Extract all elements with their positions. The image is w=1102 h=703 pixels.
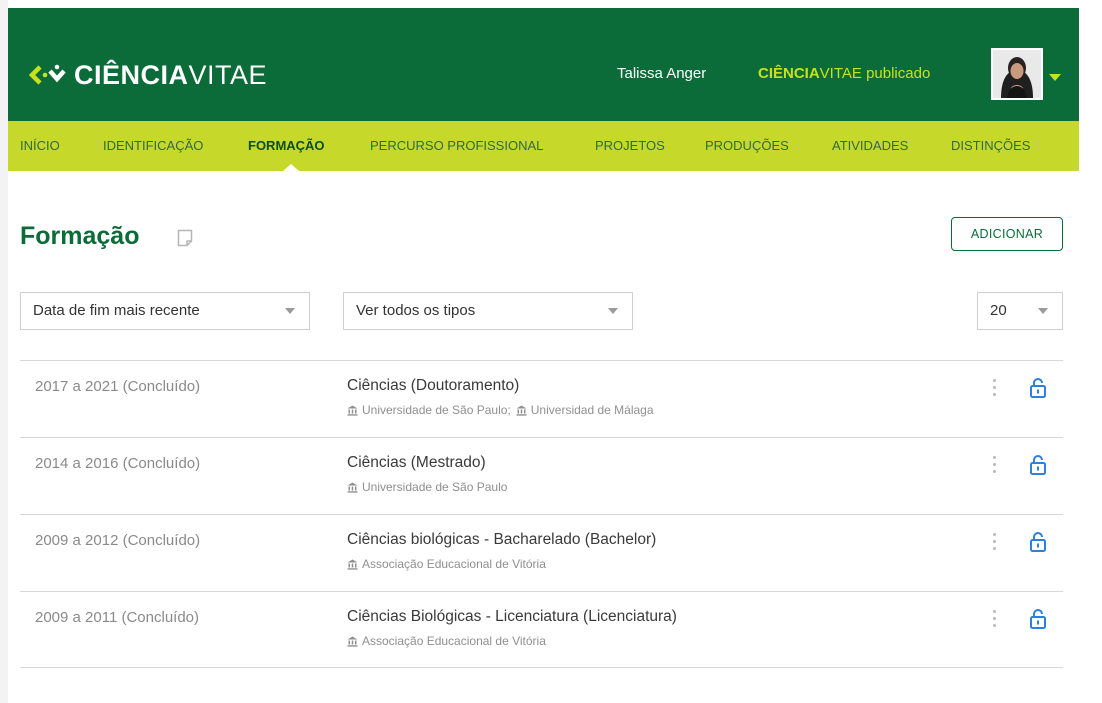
- logo-wordmark: CIÊNCIAVITAE: [74, 60, 268, 90]
- sort-select-value: Data de fim mais recente: [33, 302, 200, 319]
- row-more-icon[interactable]: [989, 456, 999, 480]
- cienciavitae-logo[interactable]: CIÊNCIAVITAE: [28, 58, 267, 92]
- list-item[interactable]: 2009 a 2012 (Concluído) Ciências biológi…: [20, 514, 1063, 591]
- row-institutions: Associação Educacional de Vitória: [347, 634, 546, 648]
- list-item[interactable]: 2017 a 2021 (Concluído) Ciências (Doutor…: [20, 360, 1063, 437]
- formacao-list: 2017 a 2021 (Concluído) Ciências (Doutor…: [20, 360, 1063, 668]
- row-institutions: Associação Educacional de Vitória: [347, 557, 546, 571]
- institution-icon: [347, 405, 358, 416]
- tab-identificacao[interactable]: IDENTIFICAÇÃO: [103, 121, 203, 171]
- type-filter-value: Ver todos os tipos: [356, 302, 476, 319]
- per-page-value: 20: [990, 302, 1007, 319]
- row-more-icon[interactable]: [989, 610, 999, 634]
- tab-inicio[interactable]: INÍCIO: [20, 121, 60, 171]
- chevron-down-icon: [608, 308, 618, 314]
- tab-projetos[interactable]: PROJETOS: [595, 121, 665, 171]
- avatar-portrait-icon: [993, 50, 1041, 98]
- row-institutions: Universidade de São Paulo: [347, 480, 507, 494]
- page-title: Formação: [20, 222, 140, 250]
- unlock-icon[interactable]: [1029, 609, 1047, 634]
- tab-atividades[interactable]: ATIVIDADES: [832, 121, 908, 171]
- institution-name: Associação Educacional de Vitória: [362, 634, 546, 648]
- institution-icon: [347, 636, 358, 647]
- tab-producoes[interactable]: PRODUÇÕES: [705, 121, 789, 171]
- chevron-down-icon: [1038, 308, 1048, 314]
- row-title[interactable]: Ciências (Mestrado): [347, 454, 486, 472]
- row-more-icon[interactable]: [989, 379, 999, 403]
- top-header: CIÊNCIAVITAE Talissa Anger CIÊNCIAVITAE …: [8, 8, 1079, 121]
- note-icon[interactable]: [177, 229, 193, 252]
- tab-distincoes[interactable]: DISTINÇÕES: [951, 121, 1030, 171]
- institution-icon: [516, 405, 527, 416]
- row-date: 2009 a 2012 (Concluído): [35, 532, 201, 549]
- institution-name: Universidade de São Paulo: [362, 480, 508, 494]
- institution-icon: [347, 482, 358, 493]
- per-page-select[interactable]: 20: [977, 292, 1063, 330]
- institution-name: Universidad de Málaga: [530, 403, 654, 417]
- row-more-icon[interactable]: [989, 533, 999, 557]
- logo-mark-icon: [28, 64, 66, 85]
- institution-name: Universidade de São Paulo;: [362, 403, 511, 417]
- institution-name: Associação Educacional de Vitória: [362, 557, 546, 571]
- list-item[interactable]: 2014 a 2016 (Concluído) Ciências (Mestra…: [20, 437, 1063, 514]
- row-title[interactable]: Ciências Biológicas - Licenciatura (Lice…: [347, 608, 677, 626]
- unlock-icon[interactable]: [1029, 455, 1047, 480]
- chevron-down-icon: [1049, 73, 1061, 81]
- unlock-icon[interactable]: [1029, 378, 1047, 403]
- user-menu[interactable]: [991, 48, 1061, 100]
- row-title[interactable]: Ciências (Doutoramento): [347, 377, 519, 395]
- institution-icon: [347, 559, 358, 570]
- row-title[interactable]: Ciências biológicas - Bacharelado (Bache…: [347, 531, 656, 549]
- type-filter-select[interactable]: Ver todos os tipos: [343, 292, 633, 330]
- row-date: 2014 a 2016 (Concluído): [35, 455, 201, 472]
- section-nav: INÍCIO IDENTIFICAÇÃO FORMAÇÃO PERCURSO P…: [8, 121, 1079, 171]
- chevron-down-icon: [285, 308, 295, 314]
- add-button[interactable]: ADICIONAR: [951, 217, 1063, 251]
- avatar: [991, 48, 1043, 100]
- row-institutions: Universidade de São Paulo; Universidad d…: [347, 403, 654, 417]
- list-item[interactable]: 2009 a 2011 (Concluído) Ciências Biológi…: [20, 591, 1063, 668]
- sort-select[interactable]: Data de fim mais recente: [20, 292, 310, 330]
- active-tab-pointer: [283, 164, 299, 171]
- unlock-icon[interactable]: [1029, 532, 1047, 557]
- row-date: 2017 a 2021 (Concluído): [35, 378, 201, 395]
- user-name: Talissa Anger: [617, 65, 707, 82]
- row-date: 2009 a 2011 (Concluído): [35, 609, 200, 626]
- tab-percurso-profissional[interactable]: PERCURSO PROFISSIONAL: [370, 121, 543, 171]
- published-profile-link[interactable]: CIÊNCIAVITAE publicado: [758, 65, 930, 82]
- page-margin: [0, 0, 8, 703]
